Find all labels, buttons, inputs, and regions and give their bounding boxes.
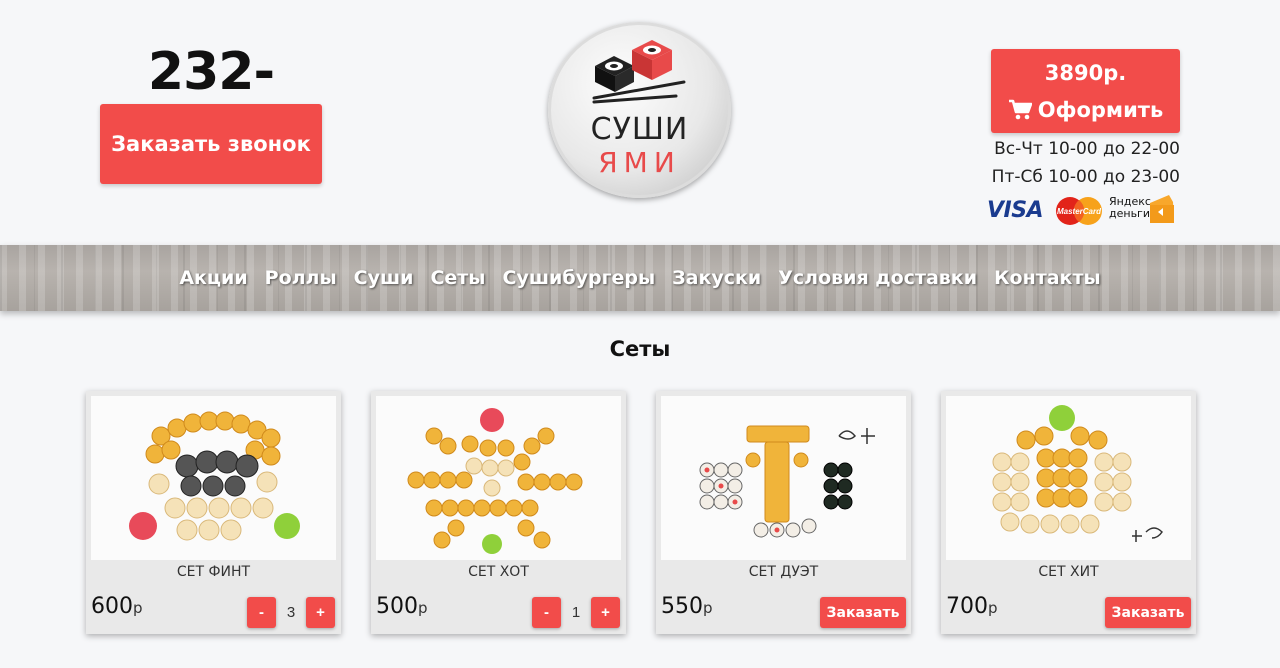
nav-item-promotions[interactable]: Акции xyxy=(179,267,247,289)
quantity-decrease-button[interactable]: - xyxy=(532,597,561,628)
product-price: 550р xyxy=(661,594,713,619)
svg-text:MasterCard: MasterCard xyxy=(1057,207,1102,216)
order-button[interactable]: Заказать xyxy=(820,597,906,628)
nav-item-delivery[interactable]: Условия доставки xyxy=(778,267,977,289)
product-card: Сет Дуэт 550р Заказать xyxy=(656,391,911,634)
working-hours-weekend: Пт-Сб 10-00 до 23-00 xyxy=(991,167,1180,187)
order-button[interactable]: Заказать xyxy=(1105,597,1191,628)
wallet-icon xyxy=(1150,195,1174,223)
product-price: 700р xyxy=(946,594,998,619)
quantity-increase-button[interactable]: + xyxy=(591,597,620,628)
product-image[interactable] xyxy=(946,396,1191,560)
logo-text-sushi: СУШИ xyxy=(590,112,689,147)
quantity-value[interactable]: 1 xyxy=(561,597,591,628)
request-call-button[interactable]: Заказать звонок xyxy=(100,104,322,184)
main-nav: Акции Роллы Суши Сеты Сушибургеры Закуск… xyxy=(0,245,1280,311)
quantity-value[interactable]: 3 xyxy=(276,597,306,628)
product-image[interactable] xyxy=(91,396,336,560)
checkout-button[interactable]: 3890р. Оформить xyxy=(991,49,1180,133)
cart-icon xyxy=(1008,99,1032,120)
product-card: Сет Финт 600р - 3 + xyxy=(86,391,341,634)
logo-text-yami: ЯМИ xyxy=(598,146,681,179)
product-image[interactable] xyxy=(376,396,621,560)
logo[interactable]: СУШИ ЯМИ xyxy=(548,22,731,198)
visa-logo: VISA xyxy=(987,198,1044,223)
nav-item-rolls[interactable]: Роллы xyxy=(265,267,337,289)
nav-item-sets[interactable]: Сеты xyxy=(430,267,485,289)
site-header: 232-238 Заказать звонок СУШИ ЯМИ 3890р. xyxy=(0,0,1280,245)
product-price: 600р xyxy=(91,594,143,619)
payment-methods: VISA MasterCard Яндекс деньги xyxy=(987,193,1180,227)
checkout-label: Оформить xyxy=(1037,98,1164,122)
product-name[interactable]: Сет Хот xyxy=(371,564,626,580)
nav-item-sushi[interactable]: Суши xyxy=(354,267,414,289)
product-card: Сет Хит 700р Заказать xyxy=(941,391,1196,634)
mastercard-logo-icon: MasterCard xyxy=(1056,197,1102,225)
quantity-increase-button[interactable]: + xyxy=(306,597,335,628)
working-hours-weekday: Вс-Чт 10-00 до 22-00 xyxy=(994,139,1180,159)
nav-item-sushiburgers[interactable]: Сушибургеры xyxy=(503,267,656,289)
product-name[interactable]: Сет Хит xyxy=(941,564,1196,580)
nav-item-snacks[interactable]: Закуски xyxy=(672,267,761,289)
product-image[interactable] xyxy=(661,396,906,560)
nav-item-contacts[interactable]: Контакты xyxy=(994,267,1101,289)
product-card: Сет Хот 500р - 1 + xyxy=(371,391,626,634)
yandex-money-logo: Яндекс деньги xyxy=(1109,193,1179,227)
section-title: Сеты xyxy=(609,337,671,361)
product-name[interactable]: Сет Финт xyxy=(86,564,341,580)
cart-total: 3890р. xyxy=(1044,61,1127,85)
quantity-decrease-button[interactable]: - xyxy=(247,597,276,628)
product-price: 500р xyxy=(376,594,428,619)
product-name[interactable]: Сет Дуэт xyxy=(656,564,911,580)
